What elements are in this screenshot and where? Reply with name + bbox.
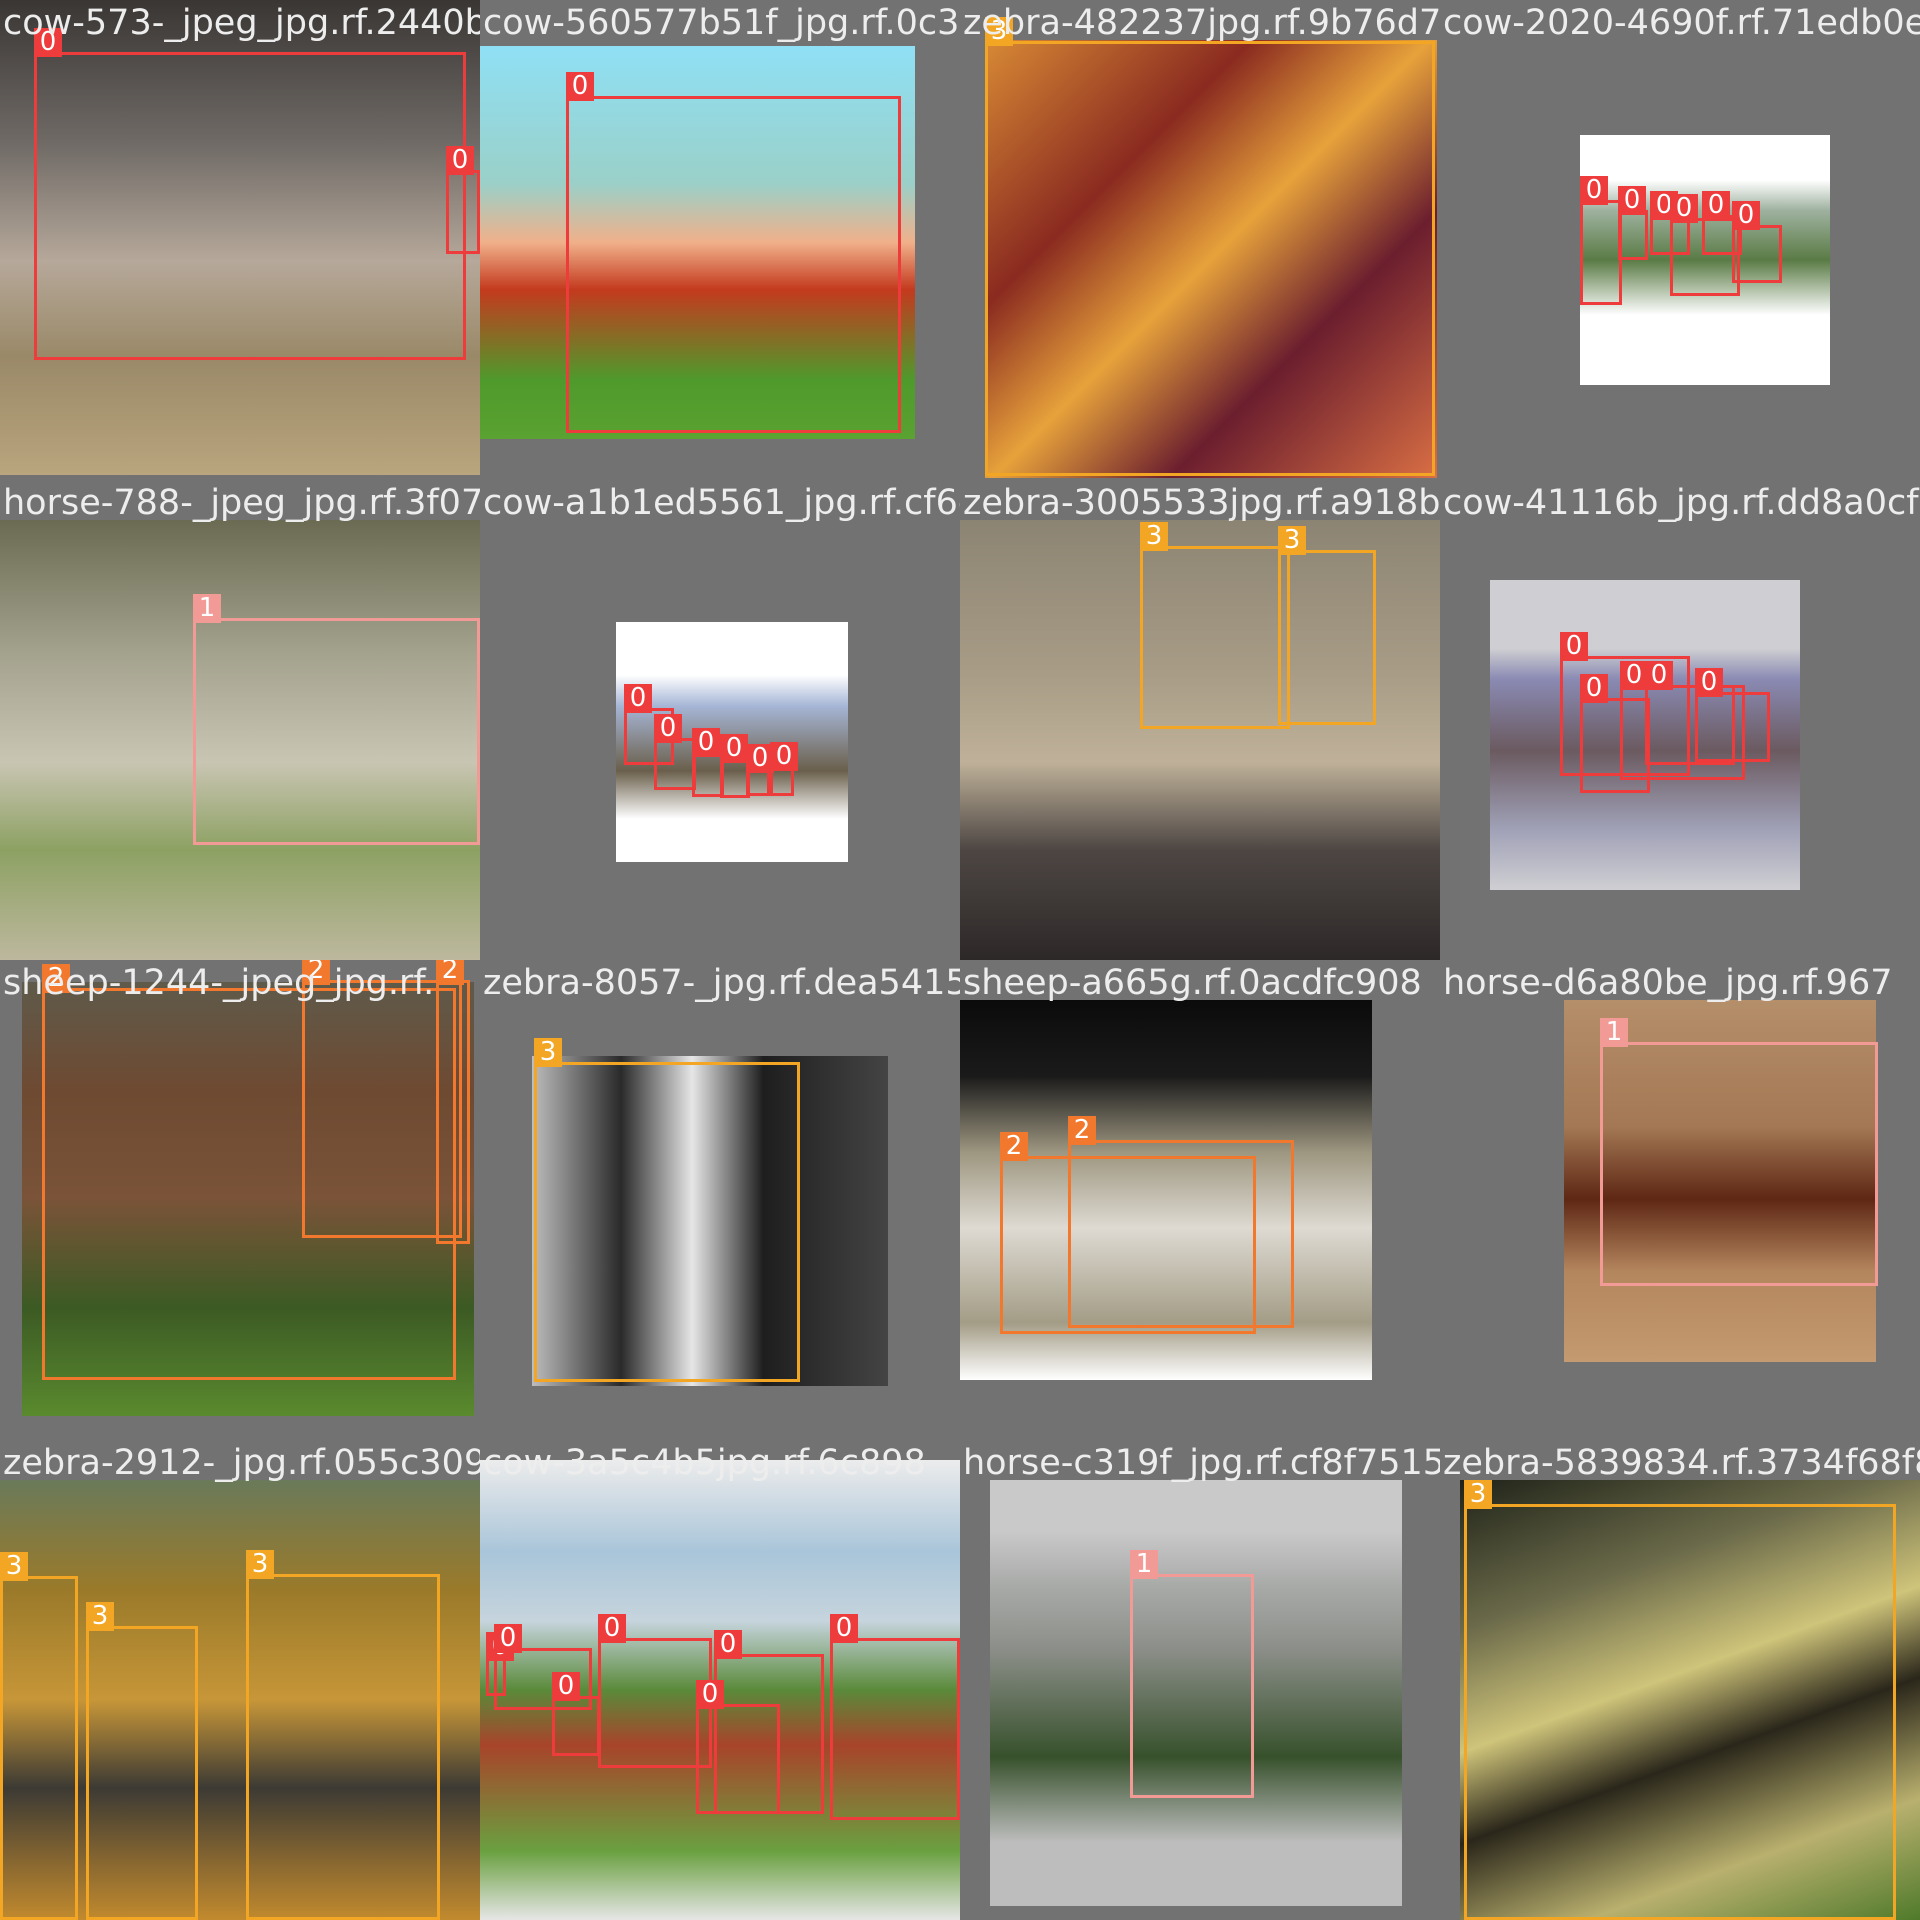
- bbox: 3: [1464, 1480, 1896, 1920]
- bbox-class-label: 0: [654, 714, 682, 743]
- bbox-class-label: 3: [1140, 522, 1168, 551]
- bbox: 3: [1278, 526, 1376, 725]
- bbox: 1: [193, 594, 480, 845]
- bbox: 3: [246, 1550, 440, 1920]
- training-batch-mosaic: cow-573-_jpeg_jpg.rf.2440b 0 0 cow-56057…: [0, 0, 1920, 1920]
- bbox: 0: [654, 714, 696, 790]
- bbox-class-label: 2: [436, 960, 464, 985]
- mosaic-tile: zebra-8057-_jpg.rf.dea5415e 3: [480, 960, 960, 1440]
- bbox-class-label: 1: [1130, 1550, 1158, 1579]
- bbox-class-label: 0: [624, 684, 652, 713]
- bbox-class-label: 3: [1278, 526, 1306, 555]
- bbox: 0: [1618, 186, 1648, 260]
- bbox: 0: [830, 1614, 960, 1820]
- mosaic-tile: cow-3a5c4b5jpg.rf.6c898 0 0 0 0 0 0 0: [480, 1440, 960, 1920]
- bbox-class-label: 3: [0, 1552, 28, 1581]
- tile-filename: zebra-2912-_jpg.rf.055c309: [3, 1443, 480, 1483]
- mosaic-tile: zebra-482237jpg.rf.9b76d7bf0 3: [960, 0, 1440, 480]
- bbox-class-label: 2: [1000, 1132, 1028, 1161]
- bbox-class-label: 0: [830, 1614, 858, 1643]
- tile-filename: cow-41116b_jpg.rf.dd8a0cf5e4: [1443, 483, 1920, 523]
- bbox: 0: [552, 1672, 600, 1756]
- mosaic-tile: zebra-3005533jpg.rf.a918bb 3 3: [960, 480, 1440, 960]
- bbox-class-label: 0: [1560, 632, 1588, 661]
- bbox-class-label: 0: [494, 1624, 522, 1653]
- bbox-class-label: 0: [1620, 661, 1648, 690]
- tile-filename: zebra-482237jpg.rf.9b76d7bf0: [963, 3, 1440, 43]
- tile-filename: cow-a1b1ed5561_jpg.rf.cf6e4: [483, 483, 960, 523]
- bbox: 1: [1600, 1018, 1878, 1286]
- bbox-class-label: 1: [193, 594, 221, 623]
- tile-filename: horse-788-_jpeg_jpg.rf.3f077: [3, 483, 480, 523]
- bbox-class-label: 0: [1580, 176, 1608, 205]
- mosaic-tile: horse-788-_jpeg_jpg.rf.3f077 1: [0, 480, 480, 960]
- bbox: 2: [1068, 1116, 1294, 1328]
- bbox: 3: [534, 1038, 800, 1382]
- bbox-class-label: 0: [696, 1680, 724, 1709]
- mosaic-tile: cow-560577b51f_jpg.rf.0c3e 0: [480, 0, 960, 480]
- tile-filename: cow-2020-4690f.rf.71edb0e5e: [1443, 3, 1920, 43]
- bbox-class-label: 0: [1732, 201, 1760, 230]
- bbox: 0: [1580, 176, 1622, 305]
- bbox-class-label: 2: [1068, 1116, 1096, 1145]
- bbox-class-label: 0: [566, 72, 594, 101]
- bbox-class-label: 0: [1702, 191, 1730, 220]
- bbox: 0: [566, 72, 901, 433]
- bbox: 0: [34, 28, 466, 360]
- bbox-class-label: 0: [720, 734, 748, 763]
- bbox: 0: [696, 1680, 780, 1814]
- mosaic-tile: cow-a1b1ed5561_jpg.rf.cf6e4 0 0 0 0 0 0: [480, 480, 960, 960]
- bbox: 0: [1695, 668, 1770, 762]
- tile-filename: cow-573-_jpeg_jpg.rf.2440b: [3, 3, 480, 43]
- tile-filename: horse-d6a80be_jpg.rf.967: [1443, 963, 1893, 1003]
- bbox: 0: [1580, 674, 1650, 793]
- bbox-class-label: 0: [1695, 668, 1723, 697]
- bbox-class-label: 0: [770, 742, 798, 771]
- bbox-class-label: 0: [1670, 194, 1698, 223]
- tile-filename: zebra-8057-_jpg.rf.dea5415e: [483, 963, 960, 1003]
- mosaic-tile: cow-41116b_jpg.rf.dd8a0cf5e4 0 0 0 0 0: [1440, 480, 1920, 960]
- bbox-class-label: 0: [714, 1630, 742, 1659]
- tile-filename: zebra-3005533jpg.rf.a918bb: [963, 483, 1440, 523]
- bbox-class-label: 3: [246, 1550, 274, 1579]
- tile-filename: zebra-5839834.rf.3734f68f8: [1443, 1443, 1920, 1483]
- bbox-class-label: 3: [86, 1602, 114, 1631]
- bbox-class-label: 0: [1618, 186, 1646, 215]
- mosaic-tile: zebra-2912-_jpg.rf.055c309 3 3 3: [0, 1440, 480, 1920]
- bbox: 0: [770, 742, 798, 796]
- bbox-class-label: 0: [1645, 661, 1673, 690]
- tile-filename: horse-c319f_jpg.rf.cf8f7515: [963, 1443, 1440, 1483]
- tile-filename: sheep-a665g.rf.0acdfc908: [963, 963, 1422, 1003]
- bbox: 3: [0, 1552, 78, 1920]
- bbox: 2: [436, 960, 470, 1244]
- mosaic-tile: horse-c319f_jpg.rf.cf8f7515 1: [960, 1440, 1440, 1920]
- tile-filename: cow-560577b51f_jpg.rf.0c3e: [483, 3, 960, 43]
- mosaic-tile: sheep-a665g.rf.0acdfc908 2 2: [960, 960, 1440, 1440]
- bbox: 3: [86, 1602, 198, 1920]
- mosaic-tile: cow-573-_jpeg_jpg.rf.2440b 0 0: [0, 0, 480, 480]
- bbox: 0: [598, 1614, 712, 1768]
- bbox: 3: [985, 17, 1435, 476]
- bbox: 0: [746, 744, 774, 796]
- bbox-class-label: 3: [534, 1038, 562, 1067]
- bbox: 0: [446, 146, 480, 254]
- bbox-class-label: 0: [1580, 674, 1608, 703]
- bbox: 0: [1732, 201, 1782, 283]
- bbox-class-label: 0: [552, 1672, 580, 1701]
- mosaic-tile: horse-d6a80be_jpg.rf.967 1: [1440, 960, 1920, 1440]
- tile-filename: cow-3a5c4b5jpg.rf.6c898: [483, 1443, 926, 1483]
- bbox-class-label: 0: [598, 1614, 626, 1643]
- bbox: 3: [1140, 522, 1290, 729]
- bbox-class-label: 1: [1600, 1018, 1628, 1047]
- mosaic-tile: sheep-1244-_jpeg_jpg.rf. 2 2 2: [0, 960, 480, 1440]
- mosaic-tile: cow-2020-4690f.rf.71edb0e5e 0 0 0 0 0 0: [1440, 0, 1920, 480]
- bbox-class-label: 0: [692, 728, 720, 757]
- bbox-class-label: 0: [446, 146, 474, 175]
- mosaic-tile: zebra-5839834.rf.3734f68f8 3: [1440, 1440, 1920, 1920]
- bbox: 1: [1130, 1550, 1254, 1798]
- tile-filename: sheep-1244-_jpeg_jpg.rf.: [3, 963, 435, 1003]
